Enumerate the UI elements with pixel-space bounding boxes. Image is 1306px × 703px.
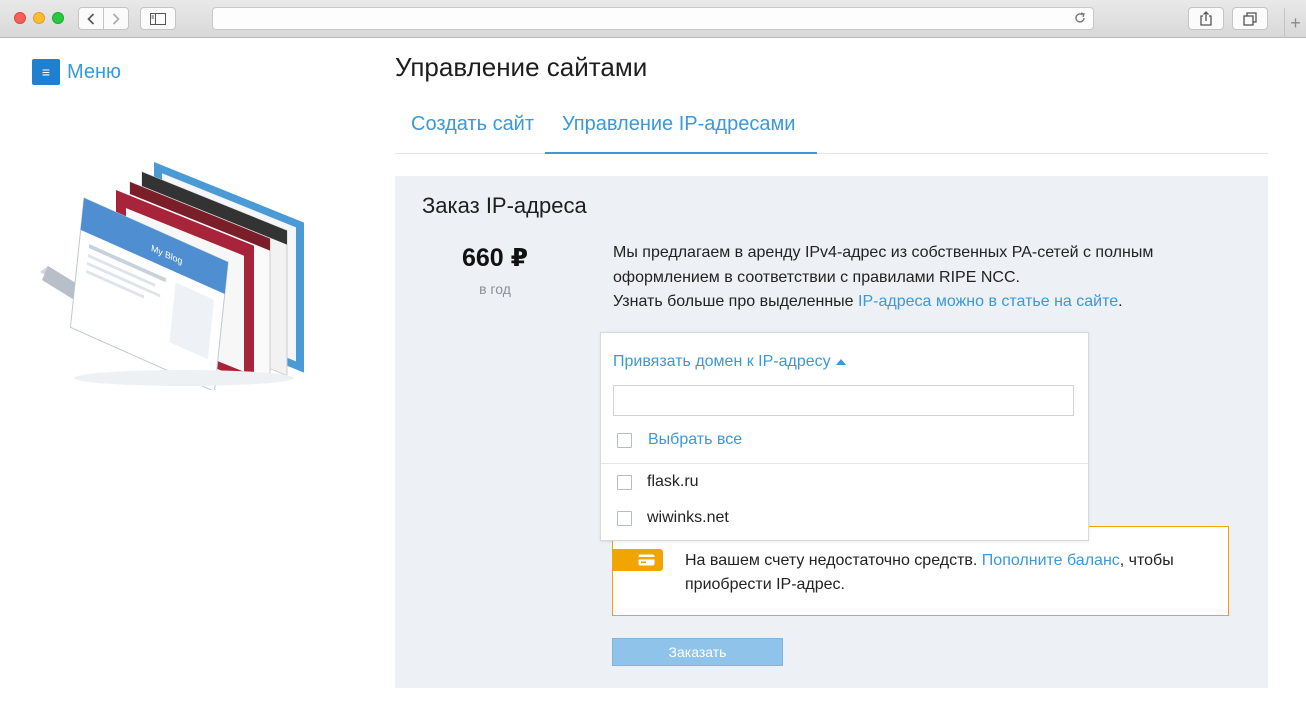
tab-bar: Создать сайт Управление IP-адресами [395,100,1268,154]
top-up-balance-link[interactable]: Пополните баланс [982,552,1120,569]
description-text: Мы предлагаем в аренду IPv4-адрес из соб… [613,244,1154,286]
domain-option[interactable]: wiwinks.net [617,509,729,527]
tab-manage-ip[interactable]: Управление IP-адресами [545,100,817,154]
browser-toolbar: + [0,0,1306,38]
ip-order-panel: Заказ IP-адреса 660 ₽ в год Мы предлагае… [395,176,1268,688]
chevron-right-icon [112,12,120,25]
share-button[interactable] [1188,7,1224,30]
dropdown-divider [601,463,1088,464]
forward-button[interactable] [103,8,128,29]
warning-marker [612,549,663,571]
ip-description: Мы предлагаем в аренду IPv4-адрес из соб… [613,241,1213,315]
panel-title: Заказ IP-адреса [422,193,587,218]
tabs-icon [1243,11,1257,26]
history-nav [78,7,129,30]
ip-article-link[interactable]: IP-адреса можно в статье на сайте [858,293,1118,310]
bind-domain-toggle[interactable]: Привязать домен к IP-адресу [613,353,846,371]
share-icon [1200,11,1212,26]
order-button[interactable]: Заказать [612,638,783,666]
tab-create-site[interactable]: Создать сайт [411,100,534,154]
address-bar[interactable] [212,7,1094,30]
maximize-window-button[interactable] [52,12,64,24]
back-button[interactable] [79,8,103,29]
domain-checkbox[interactable] [617,474,632,490]
credit-card-icon [638,554,655,566]
minimize-window-button[interactable] [33,12,45,24]
sidebar-toggle-button[interactable] [140,7,176,30]
sidebar-icon [150,12,166,25]
domain-label: flask.ru [647,473,699,490]
select-all-label: Выбрать все [648,431,743,448]
bind-domain-label: Привязать домен к IP-адресу [613,353,831,370]
page-title: Управление сайтами [395,52,648,82]
domain-checkbox[interactable] [617,510,632,526]
new-tab-button[interactable]: + [1284,8,1306,38]
menu-label: Меню [67,60,122,83]
reload-icon[interactable] [1073,11,1087,25]
description-period: . [1118,293,1123,310]
price: 660 ₽ [461,244,529,272]
warning-message: На вашем счету недостаточно средств. Поп… [685,549,1205,597]
select-all-option[interactable]: Выбрать все [617,431,742,449]
domain-option[interactable]: flask.ru [617,473,699,491]
tabs-overview-button[interactable] [1232,7,1268,30]
caret-up-icon [835,359,846,365]
select-all-checkbox[interactable] [617,432,632,448]
warning-text: На вашем счету недостаточно средств. [685,552,982,569]
websites-illustration: My Blog [40,161,304,390]
chevron-left-icon [87,12,95,25]
price-period: в год [479,281,511,297]
domain-binding-dropdown: Привязать домен к IP-адресу Выбрать все … [600,332,1089,541]
plus-icon: + [1290,12,1301,33]
domain-search-input[interactable] [613,385,1074,416]
menu-button[interactable]: ≡ Меню [32,59,121,85]
hamburger-icon: ≡ [32,59,60,85]
domain-label: wiwinks.net [647,509,729,526]
description-more-text: Узнать больше про выделенные [613,293,859,310]
close-window-button[interactable] [14,12,26,24]
